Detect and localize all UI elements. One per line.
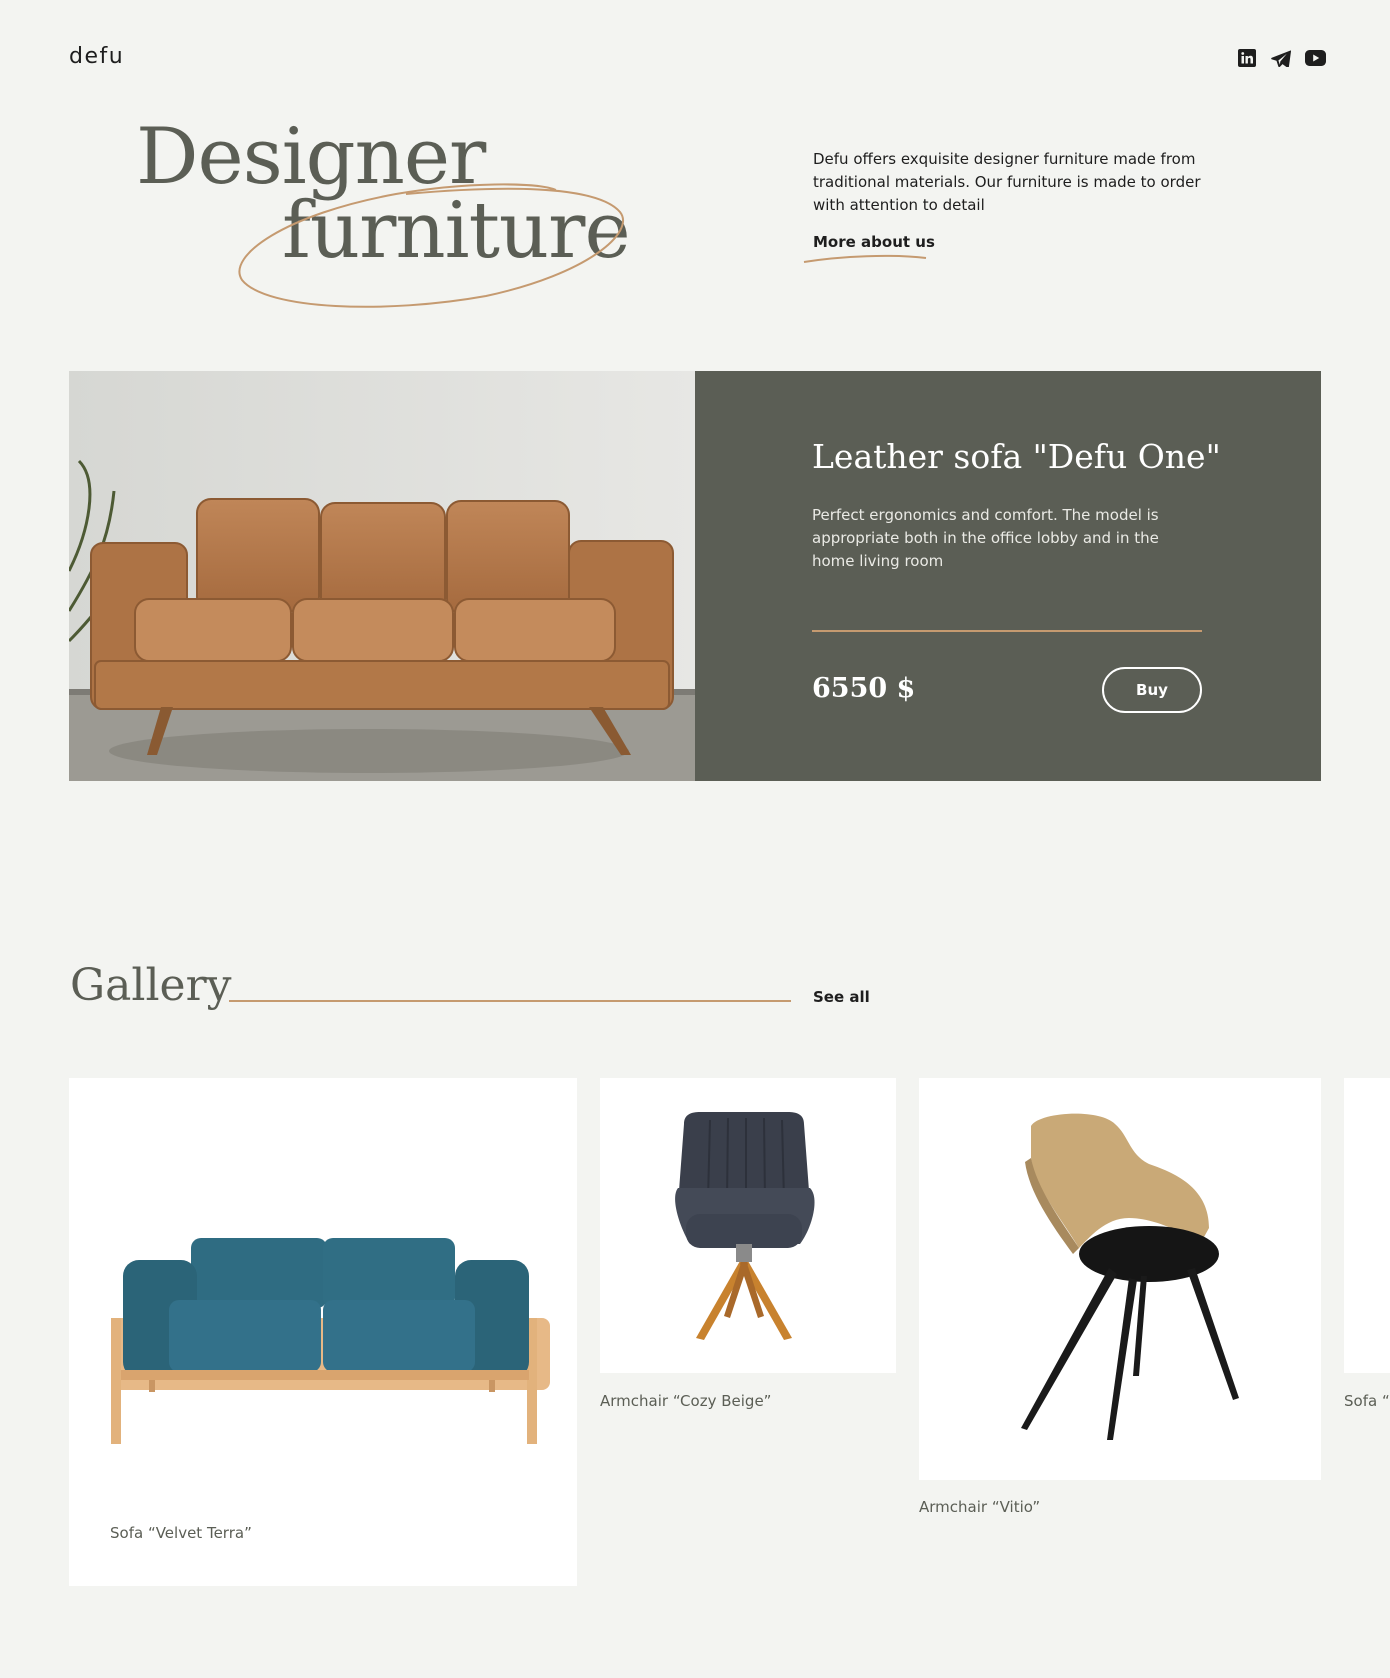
gallery-item-label: Armchair “Cozy Beige” bbox=[600, 1392, 772, 1410]
gallery-item-cozy-beige[interactable] bbox=[600, 1078, 896, 1373]
buy-button[interactable]: Buy bbox=[1102, 667, 1202, 713]
gallery-item-label: Sofa “Velvet Terra” bbox=[110, 1524, 252, 1542]
product-title: Leather sofa "Defu One" bbox=[812, 437, 1221, 476]
social-links bbox=[1236, 48, 1326, 68]
cozy-armchair-image bbox=[675, 1112, 815, 1340]
gallery-item-vitio[interactable] bbox=[919, 1078, 1321, 1480]
gallery-item-velvet-terra[interactable]: Sofa “Velvet Terra” bbox=[69, 1078, 577, 1586]
gallery-item-label: Sofa “L bbox=[1344, 1392, 1390, 1410]
product-description: Perfect ergonomics and comfort. The mode… bbox=[812, 506, 1159, 570]
featured-product: Leather sofa "Defu One" Perfect ergonomi… bbox=[69, 371, 1321, 781]
intro-text: Defu offers exquisite designer furniture… bbox=[813, 150, 1201, 214]
gallery-item-partial[interactable] bbox=[1344, 1078, 1390, 1373]
product-divider bbox=[812, 630, 1202, 632]
see-all-link[interactable]: See all bbox=[813, 988, 870, 1006]
velvet-sofa-image bbox=[111, 1238, 550, 1444]
more-link-underline bbox=[803, 254, 927, 263]
product-price: 6550 $ bbox=[812, 673, 916, 704]
hero-oval-decoration bbox=[238, 183, 624, 308]
vitio-armchair-image bbox=[1021, 1113, 1239, 1440]
featured-sofa-image bbox=[69, 371, 695, 781]
youtube-icon[interactable] bbox=[1304, 48, 1326, 68]
gallery-divider bbox=[229, 1000, 791, 1002]
gallery-item-label: Armchair “Vitio” bbox=[919, 1498, 1041, 1516]
gallery-title: Gallery bbox=[70, 960, 232, 1011]
more-about-us-link[interactable]: More about us bbox=[813, 233, 935, 251]
linkedin-icon[interactable] bbox=[1236, 48, 1258, 68]
telegram-icon[interactable] bbox=[1270, 48, 1292, 68]
logo[interactable]: defu bbox=[69, 44, 124, 69]
featured-product-panel: Leather sofa "Defu One" Perfect ergonomi… bbox=[695, 371, 1321, 781]
